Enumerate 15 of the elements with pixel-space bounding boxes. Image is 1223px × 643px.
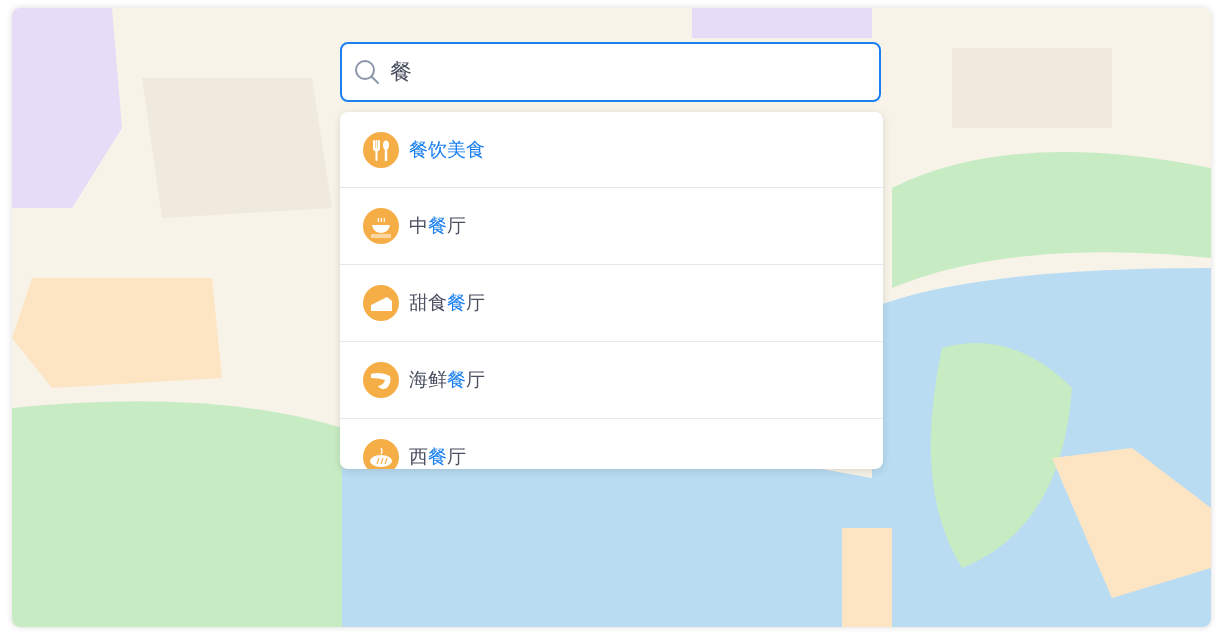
- suggestion-label: 中餐厅: [409, 213, 466, 238]
- suggestion-label: 海鲜餐厅: [409, 367, 485, 392]
- suggestion-label: 甜食餐厅: [409, 290, 485, 315]
- cake-slice-icon: [363, 285, 399, 321]
- suggestion-item[interactable]: 中餐厅: [340, 188, 883, 265]
- suggestion-item[interactable]: 海鲜餐厅: [340, 342, 883, 419]
- shrimp-icon: [363, 362, 399, 398]
- suggestion-item[interactable]: 餐饮美食: [340, 112, 883, 188]
- search-field[interactable]: 餐: [340, 42, 881, 102]
- suggestion-label: 餐饮美食: [409, 136, 485, 162]
- bowl-icon: [363, 208, 399, 244]
- suggestion-item[interactable]: 甜食餐厅: [340, 265, 883, 342]
- suggestion-item[interactable]: 西餐厅: [340, 419, 883, 469]
- suggestion-label: 西餐厅: [409, 444, 466, 469]
- utensils-icon: [363, 131, 399, 168]
